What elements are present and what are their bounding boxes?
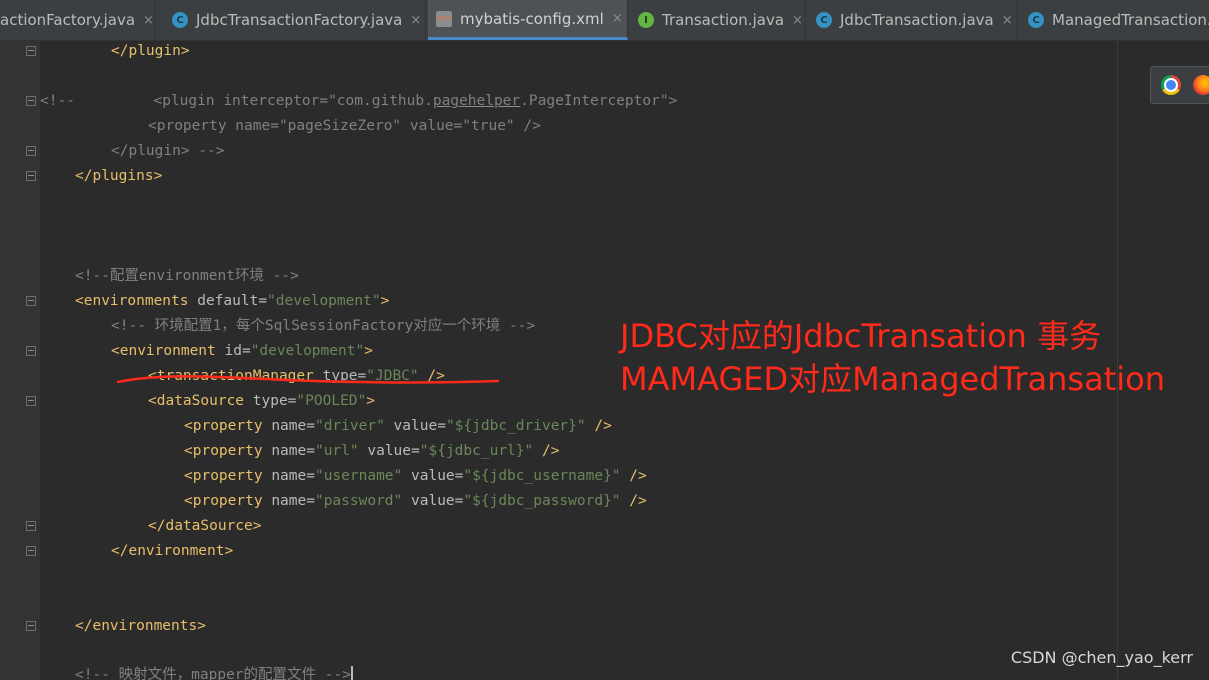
code-line: <property name="driver" value="${jdbc_dr… xyxy=(184,418,612,434)
text-caret xyxy=(350,666,353,680)
close-icon[interactable]: × xyxy=(143,13,154,28)
tab-label: actionFactory.java xyxy=(0,11,136,29)
code-line: </environment> xyxy=(111,543,234,559)
code-line: <!-- 映射文件，mapper的配置文件 --> xyxy=(75,663,353,680)
close-icon[interactable]: × xyxy=(1002,13,1013,28)
java-class-icon: C xyxy=(172,12,188,28)
tab-label: ManagedTransaction.j xyxy=(1052,11,1209,29)
csdn-watermark: CSDN @chen_yao_kerr xyxy=(1010,648,1193,667)
tab-managed-transaction[interactable]: C ManagedTransaction.j xyxy=(1020,0,1209,40)
java-class-icon: C xyxy=(1028,12,1044,28)
code-line: <property name="username" value="${jdbc_… xyxy=(184,468,647,484)
code-line: <!-- 环境配置1，每个SqlSessionFactory对应一个环境 --> xyxy=(111,318,536,334)
open-in-browser-popup xyxy=(1150,66,1209,104)
code-line: <property name="pageSizeZero" value="tru… xyxy=(148,118,541,134)
code-line: <!--配置environment环境 --> xyxy=(75,268,299,284)
fold-marker-icon[interactable] xyxy=(26,171,36,181)
code-line: <property name="password" value="${jdbc_… xyxy=(184,493,647,509)
close-icon[interactable]: × xyxy=(792,13,803,28)
tab-jdbc-transaction[interactable]: C JdbcTransaction.java × xyxy=(808,0,1018,40)
fold-marker-icon[interactable] xyxy=(26,46,36,56)
tab-transaction-factory[interactable]: actionFactory.java × xyxy=(0,0,156,40)
annotation-jdbc: JDBC对应的JdbcTransation 事务 xyxy=(620,317,1102,355)
code-line: <environments default="development"> xyxy=(75,293,390,309)
code-line: </environments> xyxy=(75,618,206,634)
code-line: </plugins> xyxy=(75,168,163,184)
editor-gutter xyxy=(0,41,40,680)
tab-jdbc-transaction-factory[interactable]: C JdbcTransactionFactory.java × xyxy=(164,0,426,40)
java-interface-icon: I xyxy=(638,12,654,28)
fold-marker-icon[interactable] xyxy=(26,546,36,556)
fold-marker-icon[interactable] xyxy=(26,146,36,156)
fold-marker-icon[interactable] xyxy=(26,296,36,306)
firefox-icon[interactable] xyxy=(1193,75,1209,95)
red-underline-annotation xyxy=(116,375,500,384)
fold-marker-icon[interactable] xyxy=(26,621,36,631)
tab-transaction[interactable]: I Transaction.java × xyxy=(630,0,806,40)
code-line: </dataSource> xyxy=(148,518,262,534)
tab-label: mybatis-config.xml xyxy=(460,9,604,28)
fold-marker-icon[interactable] xyxy=(26,346,36,356)
code-line: <environment id="development"> xyxy=(111,343,373,359)
fold-marker-icon[interactable] xyxy=(26,521,36,531)
chrome-icon[interactable] xyxy=(1161,75,1181,95)
java-class-icon: C xyxy=(816,12,832,28)
tab-label: JdbcTransaction.java xyxy=(840,11,994,29)
tab-mybatis-config[interactable]: <> mybatis-config.xml × xyxy=(428,0,628,40)
close-icon[interactable]: × xyxy=(410,13,421,28)
code-line: <!-- <plugin interceptor="com.github.pag… xyxy=(40,93,678,109)
tab-label: JdbcTransactionFactory.java xyxy=(196,11,403,29)
close-icon[interactable]: × xyxy=(612,11,623,26)
tab-label: Transaction.java xyxy=(662,11,785,29)
code-line: <dataSource type="POOLED"> xyxy=(148,393,375,409)
xml-file-icon: <> xyxy=(436,10,452,27)
fold-marker-icon[interactable] xyxy=(26,96,36,106)
annotation-managed: MAMAGED对应ManagedTransation xyxy=(620,360,1165,398)
code-line: </plugin> xyxy=(111,43,190,59)
editor-tab-bar: actionFactory.java × C JdbcTransactionFa… xyxy=(0,0,1209,41)
code-line: </plugin> --> xyxy=(111,143,225,159)
fold-marker-icon[interactable] xyxy=(26,396,36,406)
code-line: <property name="url" value="${jdbc_url}"… xyxy=(184,443,560,459)
